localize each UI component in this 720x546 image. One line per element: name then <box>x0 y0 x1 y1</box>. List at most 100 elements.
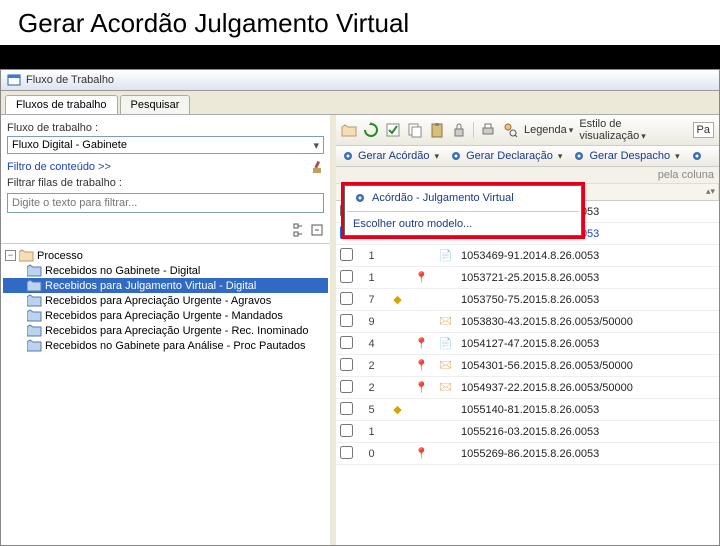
tab-pesquisar[interactable]: Pesquisar <box>120 95 191 114</box>
row-count: 7 <box>358 294 386 306</box>
row-process-number: 1055216-03.2015.8.26.0053 <box>458 426 719 438</box>
tree-item-label: Recebidos para Apreciação Urgente - Agra… <box>45 295 271 307</box>
tree-item-label: Recebidos para Julgamento Virtual - Digi… <box>45 280 256 292</box>
menu-item-escolher[interactable]: Escolher outro modelo... <box>345 213 581 235</box>
paste-icon[interactable] <box>429 122 445 138</box>
table-row[interactable]: 1📍1053721-25.2015.8.26.0053 <box>336 267 719 289</box>
menu-item-label: Acórdão - Julgamento Virtual <box>372 192 514 204</box>
tab-fluxos[interactable]: Fluxos de trabalho <box>5 95 118 114</box>
folder-open-icon <box>19 249 34 262</box>
divider-bar <box>0 45 720 69</box>
tree-item[interactable]: Recebidos para Apreciação Urgente - Mand… <box>3 308 328 323</box>
tree-toolbar <box>1 217 330 244</box>
row-checkbox[interactable] <box>340 424 353 437</box>
gerar-declaracao-label: Gerar Declaração <box>466 150 553 162</box>
row-checkbox[interactable] <box>340 314 353 327</box>
tree-expand-icon[interactable] <box>310 223 324 237</box>
tree-item[interactable]: Recebidos para Julgamento Virtual - Digi… <box>3 278 328 293</box>
tag-yellow-icon: ◆ <box>393 294 401 306</box>
legenda-dropdown[interactable]: Legenda <box>524 124 573 136</box>
right-toolbar: Legenda Estilo de visualização Pa <box>336 115 719 146</box>
copy-icon[interactable] <box>407 122 423 138</box>
tree-collapse-icon[interactable] <box>292 223 306 237</box>
folder-icon <box>27 279 42 292</box>
pa-box[interactable]: Pa <box>693 122 714 138</box>
check-list-icon[interactable] <box>385 122 401 138</box>
filtro-conteudo-link[interactable]: Filtro de conteúdo >> <box>7 161 111 173</box>
search-user-icon[interactable] <box>502 122 518 138</box>
folder-icon <box>27 264 42 277</box>
tab-bar: Fluxos de trabalho Pesquisar <box>1 91 719 115</box>
acordao-dropdown-menu: Acórdão - Julgamento Virtual Escolher ou… <box>344 185 582 236</box>
row-process-number: 1053830-43.2015.8.26.0053/50000 <box>458 316 719 328</box>
gerar-acordao-label: Gerar Acórdão <box>358 150 430 162</box>
tree-root[interactable]: − Processo <box>3 248 328 263</box>
stamp-icon: 🖂 <box>439 315 452 327</box>
table-row[interactable]: 5◆1055140-81.2015.8.26.0053 <box>336 399 719 421</box>
gerar-despacho-action[interactable]: Gerar Despacho <box>572 149 679 163</box>
folder-icon <box>27 309 42 322</box>
page-heading: Gerar Acordão Julgamento Virtual <box>0 0 720 45</box>
pin-red-icon: 📍 <box>415 272 429 284</box>
filter-input[interactable] <box>7 193 324 213</box>
filtrar-label: Filtrar filas de trabalho : <box>7 177 324 189</box>
left-pane: Fluxo de trabalho : Fluxo Digital - Gabi… <box>1 115 336 545</box>
tree-item[interactable]: Recebidos para Apreciação Urgente - Agra… <box>3 293 328 308</box>
row-count: 0 <box>358 448 386 460</box>
row-process-number: 1053721-25.2015.8.26.0053 <box>458 272 719 284</box>
stamp-icon: 🖂 <box>439 381 452 393</box>
pin-red-icon: 📍 <box>415 382 429 394</box>
table-row[interactable]: 7◆1053750-75.2015.8.26.0053 <box>336 289 719 311</box>
print-icon[interactable] <box>480 122 496 138</box>
tree-item[interactable]: Recebidos para Apreciação Urgente - Rec.… <box>3 323 328 338</box>
gear-icon[interactable] <box>690 149 704 163</box>
pin-red-icon: 📍 <box>415 448 429 460</box>
row-checkbox[interactable] <box>340 446 353 459</box>
main-area: Fluxo de trabalho : Fluxo Digital - Gabi… <box>1 115 719 545</box>
actions-bar: Gerar Acórdão Gerar Declaração Gerar Des… <box>336 146 719 167</box>
tag-yellow-icon: ◆ <box>393 404 401 416</box>
fluxo-select[interactable]: Fluxo Digital - Gabinete <box>7 136 324 154</box>
row-checkbox[interactable] <box>340 270 353 283</box>
folder-icon <box>27 324 42 337</box>
tree-item[interactable]: Recebidos no Gabinete para Análise - Pro… <box>3 338 328 353</box>
row-process-number: 1055140-81.2015.8.26.0053 <box>458 404 719 416</box>
table-row[interactable]: 4📍📄1054127-47.2015.8.26.0053 <box>336 333 719 355</box>
tree-item-label: Recebidos para Apreciação Urgente - Mand… <box>45 310 283 322</box>
refresh-icon[interactable] <box>363 122 379 138</box>
grid-body: ........320-53.2015.8.26.00531◆📄1053265-… <box>336 201 719 465</box>
row-checkbox[interactable] <box>340 380 353 393</box>
row-process-number: 1054937-22.2015.8.26.0053/50000 <box>458 382 719 394</box>
row-checkbox[interactable] <box>340 402 353 415</box>
row-count: 1 <box>358 250 386 262</box>
lock-icon[interactable] <box>451 122 467 138</box>
pin-red-icon: 📍 <box>415 338 429 350</box>
row-checkbox[interactable] <box>340 358 353 371</box>
row-checkbox[interactable] <box>340 292 353 305</box>
table-row[interactable]: 2📍🖂1054937-22.2015.8.26.0053/50000 <box>336 377 719 399</box>
tree-view: − Processo Recebidos no Gabinete - Digit… <box>1 244 330 545</box>
document-icon: 📄 <box>439 338 453 350</box>
folder-open-icon[interactable] <box>341 122 357 138</box>
gerar-declaracao-action[interactable]: Gerar Declaração <box>449 149 562 163</box>
menu-item-acordao-virtual[interactable]: Acórdão - Julgamento Virtual <box>345 186 581 210</box>
folder-icon <box>27 339 42 352</box>
gear-icon <box>341 149 355 163</box>
table-row[interactable]: 9🖂1053830-43.2015.8.26.0053/50000 <box>336 311 719 333</box>
table-row[interactable]: 1📄1053469-91.2014.8.26.0053 <box>336 245 719 267</box>
fluxo-label: Fluxo de trabalho : <box>7 122 324 134</box>
row-checkbox[interactable] <box>340 248 353 261</box>
row-checkbox[interactable] <box>340 336 353 349</box>
grid-group-text: pela coluna <box>658 169 714 181</box>
table-row[interactable]: 2📍🖂1054301-56.2015.8.26.0053/50000 <box>336 355 719 377</box>
table-row[interactable]: 0📍1055269-86.2015.8.26.0053 <box>336 443 719 465</box>
brush-icon[interactable] <box>310 160 324 174</box>
gerar-acordao-action[interactable]: Gerar Acórdão <box>341 149 439 163</box>
table-row[interactable]: 11055216-03.2015.8.26.0053 <box>336 421 719 443</box>
tree-item[interactable]: Recebidos no Gabinete - Digital <box>3 263 328 278</box>
collapse-toggle-icon[interactable]: − <box>5 250 16 261</box>
folder-icon <box>27 294 42 307</box>
app-window: Fluxo de Trabalho Fluxos de trabalho Pes… <box>0 69 720 546</box>
tree-item-label: Recebidos no Gabinete para Análise - Pro… <box>45 340 306 352</box>
estilo-dropdown[interactable]: Estilo de visualização <box>579 118 686 142</box>
